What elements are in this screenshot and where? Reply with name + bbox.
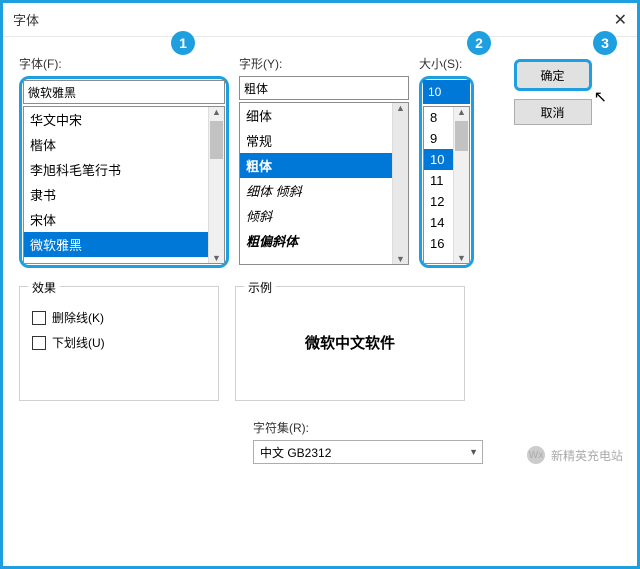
size-listbox[interactable]: 891011121416 ▲ ▼ [423,106,470,264]
sample-text: 微软中文软件 [305,332,395,353]
font-highlight: 华文中宋楷体李旭科毛笔行书隶书宋体微软雅黑新宋体 ▲ ▼ [19,76,229,268]
step-badge-3: 3 [593,31,617,55]
scrollbar[interactable]: ▲ ▼ [392,103,408,264]
size-list-item[interactable]: 10 [424,149,453,170]
size-list-item[interactable]: 16 [424,233,453,254]
step-badge-1: 1 [171,31,195,55]
watermark: Wx 新精英充电站 [527,446,623,464]
wechat-icon: Wx [527,446,545,464]
font-list-item[interactable]: 楷体 [24,132,208,157]
titlebar: 字体 ✕ [3,3,637,37]
size-list-item[interactable]: 8 [424,107,453,128]
checkbox-icon [32,336,46,350]
scroll-down-icon[interactable]: ▼ [212,253,221,263]
strike-label: 删除线(K) [52,309,104,326]
style-list-item[interactable]: 细体 [240,103,392,128]
size-column: 大小(S): 891011121416 ▲ ▼ [419,55,474,268]
style-label: 字形(Y): [239,55,409,72]
mouse-cursor-icon: ↖ [594,87,607,107]
size-highlight: 891011121416 ▲ ▼ [419,76,474,268]
watermark-text: 新精英充电站 [551,447,623,464]
step-badge-2: 2 [467,31,491,55]
font-column: 字体(F): 华文中宋楷体李旭科毛笔行书隶书宋体微软雅黑新宋体 ▲ ▼ [19,55,229,268]
font-list-item[interactable]: 新宋体 [24,257,208,263]
cancel-button[interactable]: 取消 [514,99,592,125]
size-list-item[interactable]: 11 [424,170,453,191]
effects-group: 效果 删除线(K) 下划线(U) [19,286,219,401]
font-list-item[interactable]: 隶书 [24,182,208,207]
close-icon[interactable]: ✕ [614,10,627,30]
preview-title: 示例 [244,279,276,296]
underline-label: 下划线(U) [52,334,105,351]
scrollbar[interactable]: ▲ ▼ [453,107,469,263]
font-listbox[interactable]: 华文中宋楷体李旭科毛笔行书隶书宋体微软雅黑新宋体 ▲ ▼ [23,106,225,264]
chevron-down-icon: ▼ [469,447,478,457]
scroll-up-icon[interactable]: ▲ [212,107,221,117]
charset-combo[interactable]: 中文 GB2312 ▼ [253,440,483,464]
scroll-down-icon[interactable]: ▼ [457,253,466,263]
style-list-item[interactable]: 粗体 [240,153,392,178]
preview-group: 示例 微软中文软件 [235,286,465,401]
size-list-item[interactable]: 14 [424,212,453,233]
font-list-item[interactable]: 微软雅黑 [24,232,208,257]
style-list-item[interactable]: 细体 倾斜 [240,178,392,203]
scrollbar[interactable]: ▲ ▼ [208,107,224,263]
scroll-down-icon[interactable]: ▼ [396,254,405,264]
charset-value: 中文 GB2312 [260,444,331,461]
size-label: 大小(S): [419,55,474,72]
style-column: 字形(Y): 细体常规粗体细体 倾斜倾斜粗偏斜体 ▲ ▼ [239,55,409,265]
style-list-item[interactable]: 常规 [240,128,392,153]
size-input[interactable] [423,80,470,104]
scroll-up-icon[interactable]: ▲ [457,107,466,117]
checkbox-icon [32,311,46,325]
size-list-item[interactable]: 12 [424,191,453,212]
underline-checkbox[interactable]: 下划线(U) [32,334,206,351]
style-list-item[interactable]: 粗偏斜体 [240,228,392,253]
font-list-item[interactable]: 宋体 [24,207,208,232]
strike-checkbox[interactable]: 删除线(K) [32,309,206,326]
size-list-item[interactable]: 9 [424,128,453,149]
font-input[interactable] [23,80,225,104]
charset-label: 字符集(R): [253,419,483,436]
font-label: 字体(F): [19,55,229,72]
style-listbox[interactable]: 细体常规粗体细体 倾斜倾斜粗偏斜体 ▲ ▼ [239,102,409,265]
ok-button[interactable]: 确定 [514,59,592,91]
scroll-up-icon[interactable]: ▲ [396,103,405,113]
font-list-item[interactable]: 华文中宋 [24,107,208,132]
style-input[interactable] [239,76,409,100]
style-list-item[interactable]: 倾斜 [240,203,392,228]
dialog-title: 字体 [13,10,39,29]
effects-title: 效果 [28,279,60,296]
font-list-item[interactable]: 李旭科毛笔行书 [24,157,208,182]
dialog-font: 字体 ✕ 1 2 3 字体(F): 华文中宋楷体李旭科毛笔行书隶书宋体微软雅黑新… [0,0,640,569]
